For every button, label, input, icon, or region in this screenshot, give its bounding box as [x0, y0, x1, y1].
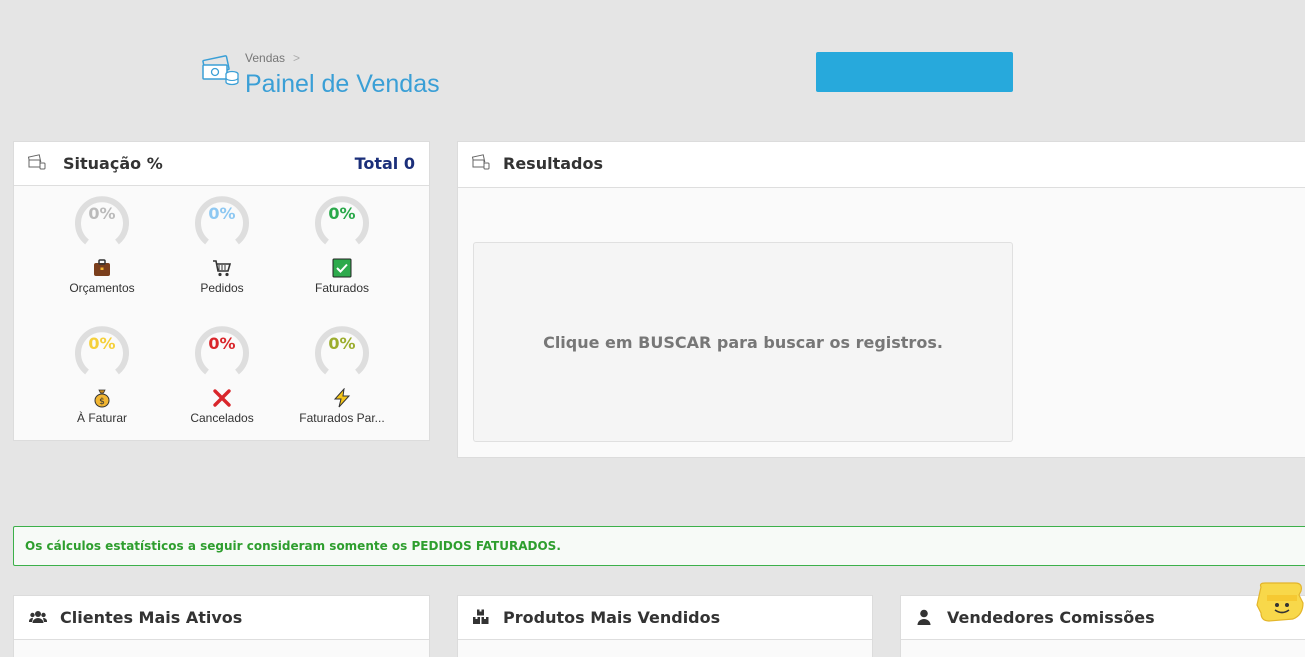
gauge-faturados-parcial[interactable]: 0% Faturados Par... — [287, 316, 397, 432]
gauge-value: 0% — [328, 334, 356, 353]
money-stack-icon — [472, 154, 490, 170]
user-icon — [917, 609, 931, 625]
results-message: Clique em BUSCAR para buscar os registro… — [543, 332, 943, 352]
gauge-label: Cancelados — [190, 411, 254, 425]
clientes-title: Clientes Mais Ativos — [60, 608, 243, 627]
lightning-icon — [333, 388, 351, 408]
boxes-icon — [473, 609, 489, 624]
clientes-panel: Clientes Mais Ativos — [13, 595, 430, 657]
page-header: Vendas > Painel de Vendas — [201, 50, 461, 102]
vendedores-panel: Vendedores Comissões — [900, 595, 1305, 657]
gauge-a-faturar[interactable]: 0% $ À Faturar — [47, 316, 157, 432]
chat-widget-icon[interactable] — [1255, 581, 1305, 623]
gauge-label: Pedidos — [200, 281, 244, 295]
situacao-total: Total 0 — [354, 154, 415, 173]
gauge-grid: 0% Orçamentos 0% Pedidos 0% Faturados 0%… — [14, 186, 429, 440]
check-icon — [332, 258, 352, 278]
results-placeholder: Clique em BUSCAR para buscar os registro… — [473, 242, 1013, 442]
money-stack-icon — [202, 55, 239, 86]
page-title: Painel de Vendas — [245, 70, 440, 98]
produtos-panel-header: Produtos Mais Vendidos — [458, 596, 872, 640]
money-bag-icon: $ — [94, 389, 110, 408]
resultados-title: Resultados — [503, 154, 603, 173]
vendedores-panel-header: Vendedores Comissões — [901, 596, 1305, 640]
gauge-orcamentos[interactable]: 0% Orçamentos — [47, 186, 157, 302]
gauge-cancelados[interactable]: 0% Cancelados — [167, 316, 277, 432]
money-stack-icon — [28, 154, 46, 170]
resultados-panel: Resultados Clique em BUSCAR para buscar … — [457, 141, 1305, 458]
breadcrumb-separator: > — [293, 51, 301, 65]
situacao-title: Situação % — [63, 154, 163, 173]
vendedores-title: Vendedores Comissões — [947, 608, 1155, 627]
situacao-panel: Situação % Total 0 0% Orçamentos 0% Pedi… — [13, 141, 430, 441]
breadcrumb-item-vendas[interactable]: Vendas — [245, 51, 285, 65]
clientes-panel-header: Clientes Mais Ativos — [14, 596, 429, 640]
gauge-value: 0% — [328, 204, 356, 223]
cross-icon — [213, 389, 231, 407]
gauge-pedidos[interactable]: 0% Pedidos — [167, 186, 277, 302]
gauge-value: 0% — [208, 334, 236, 353]
gauge-label: À Faturar — [76, 411, 127, 425]
svg-text:$: $ — [99, 397, 105, 407]
statistics-notice: Os cálculos estatísticos a seguir consid… — [13, 526, 1305, 566]
gauge-label: Faturados Par... — [299, 411, 385, 425]
gauge-value: 0% — [208, 204, 236, 223]
situacao-panel-header: Situação % Total 0 — [14, 142, 429, 186]
gauge-value: 0% — [88, 204, 116, 223]
cart-icon — [213, 260, 232, 277]
action-button[interactable] — [816, 52, 1013, 92]
resultados-panel-header: Resultados — [458, 142, 1305, 188]
gauge-label: Faturados — [314, 281, 370, 295]
produtos-panel: Produtos Mais Vendidos — [457, 595, 873, 657]
users-icon — [29, 611, 47, 623]
gauge-faturados[interactable]: 0% Faturados — [287, 186, 397, 302]
notice-text: Os cálculos estatísticos a seguir consid… — [25, 539, 561, 553]
breadcrumb: Vendas > — [245, 51, 300, 65]
briefcase-icon — [94, 259, 110, 276]
produtos-title: Produtos Mais Vendidos — [503, 608, 721, 627]
gauge-value: 0% — [88, 334, 116, 353]
gauge-label: Orçamentos — [69, 281, 135, 295]
